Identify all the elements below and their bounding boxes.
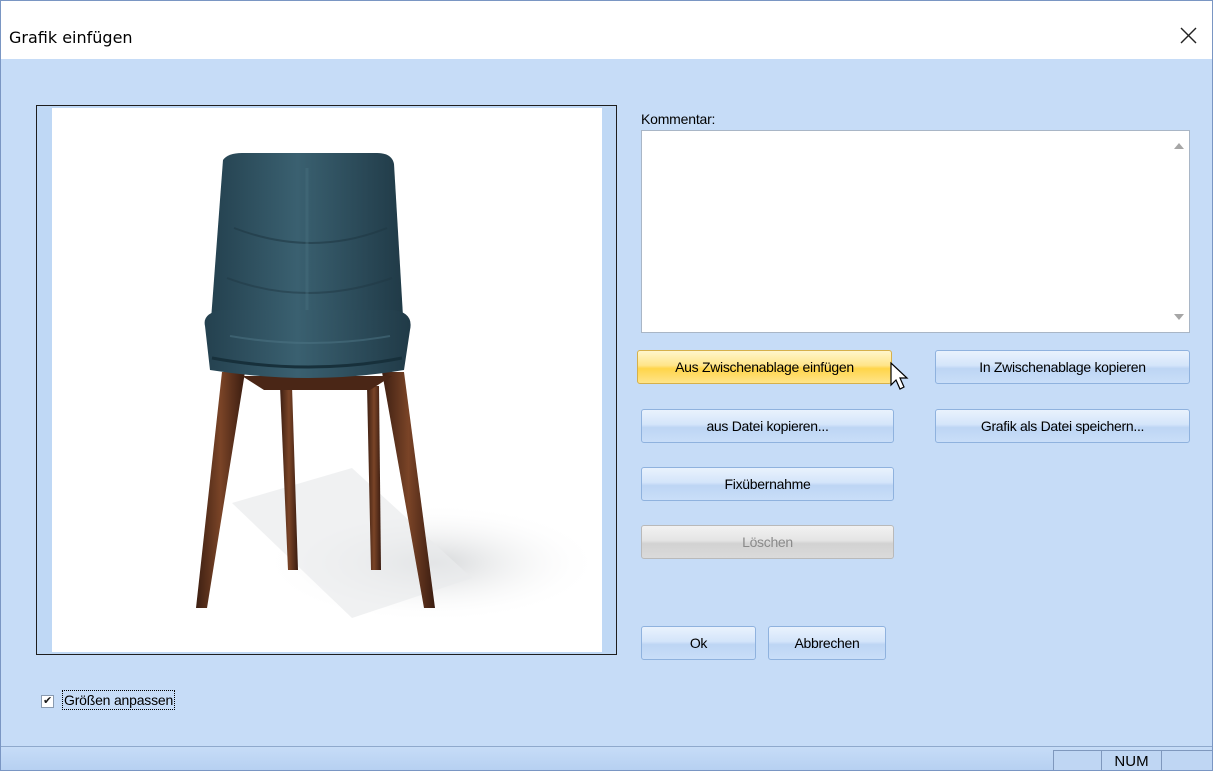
status-panel-empty-2 bbox=[1161, 750, 1212, 770]
fix-transfer-button[interactable]: Fixübernahme bbox=[641, 467, 894, 501]
num-lock-indicator: NUM bbox=[1101, 750, 1161, 770]
save-graphic-as-file-button[interactable]: Grafik als Datei speichern... bbox=[935, 409, 1190, 443]
mouse-pointer-icon bbox=[890, 361, 909, 390]
status-panel-empty bbox=[1053, 750, 1101, 770]
copy-from-file-button[interactable]: aus Datei kopieren... bbox=[641, 409, 894, 443]
cancel-button[interactable]: Abbrechen bbox=[768, 626, 886, 660]
copy-to-clipboard-button[interactable]: In Zwischenablage kopieren bbox=[935, 350, 1190, 384]
close-icon bbox=[1180, 27, 1197, 44]
comment-scrollbar[interactable] bbox=[1170, 131, 1189, 332]
image-preview-frame bbox=[36, 105, 617, 655]
scroll-down-icon[interactable] bbox=[1174, 314, 1184, 320]
dialog-title: Grafik einfügen bbox=[9, 28, 133, 47]
comment-text bbox=[642, 131, 1189, 139]
image-preview bbox=[52, 108, 602, 652]
delete-button[interactable]: Löschen bbox=[641, 525, 894, 559]
dialog-window: Grafik einfügen Kommentar: Aus Zwischena… bbox=[0, 0, 1213, 771]
chair-image bbox=[196, 153, 602, 623]
fit-size-label[interactable]: Größen anpassen bbox=[62, 690, 176, 710]
scroll-up-icon[interactable] bbox=[1174, 143, 1184, 149]
status-bar: NUM bbox=[1, 746, 1212, 770]
ok-button[interactable]: Ok bbox=[641, 626, 756, 660]
fit-size-checkbox[interactable]: ✔ bbox=[41, 695, 54, 708]
close-button[interactable] bbox=[1173, 21, 1203, 49]
comment-label: Kommentar: bbox=[641, 111, 716, 127]
checkmark-icon: ✔ bbox=[43, 695, 53, 707]
title-bar[interactable]: Grafik einfügen bbox=[1, 1, 1212, 59]
comment-textarea[interactable] bbox=[641, 130, 1190, 333]
paste-from-clipboard-button[interactable]: Aus Zwischenablage einfügen bbox=[637, 350, 892, 384]
